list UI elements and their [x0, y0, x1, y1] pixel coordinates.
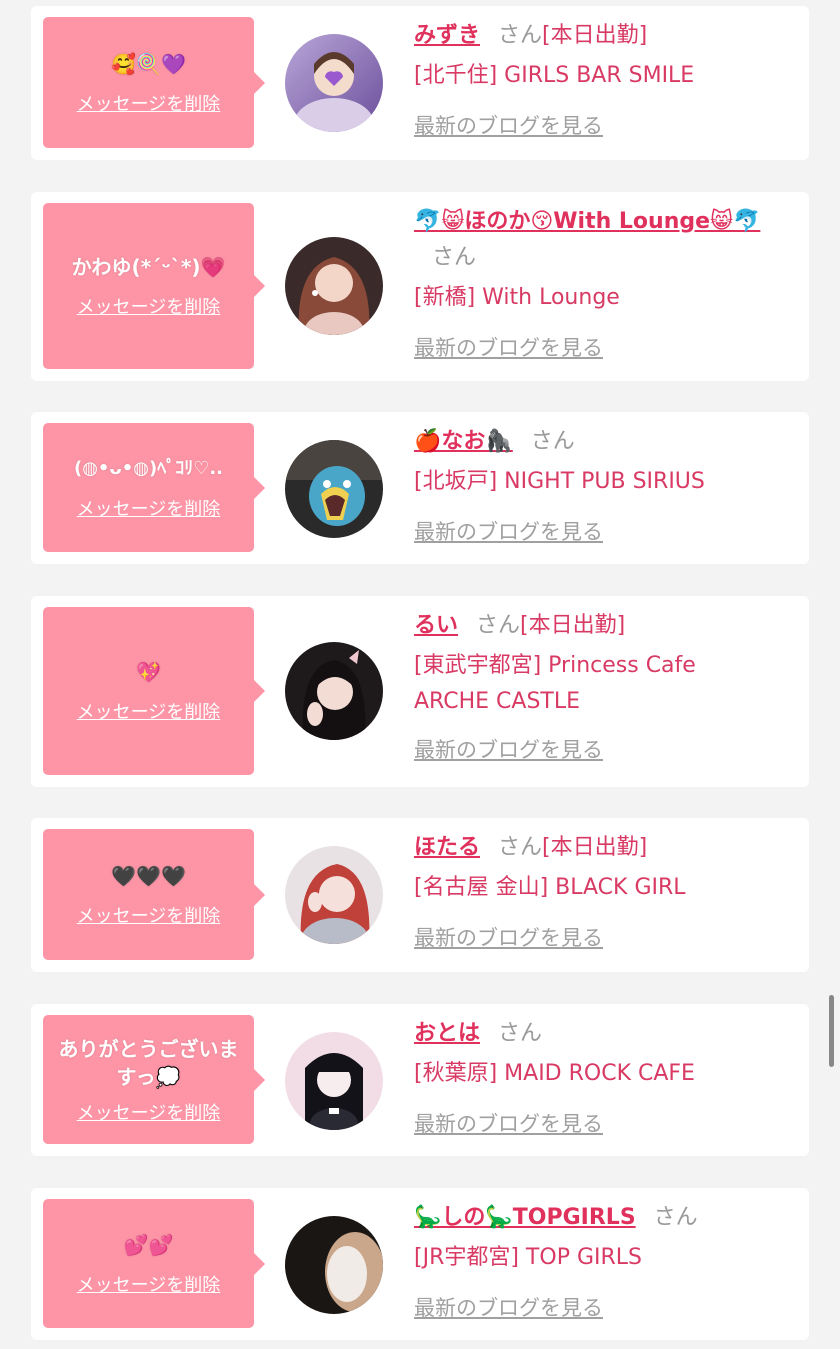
avatar[interactable]: [285, 846, 383, 944]
message-bubble: 💖 メッセージを削除: [43, 607, 265, 775]
avatar[interactable]: [285, 34, 383, 132]
san-label: さん: [476, 613, 521, 638]
name-line: るい さん[本日出勤]: [414, 608, 794, 644]
avatar[interactable]: [285, 1216, 383, 1314]
shop-name: [北千住] GIRLS BAR SMILE: [414, 63, 695, 88]
delete-message-link[interactable]: メッセージを削除: [77, 90, 221, 116]
today-badge: [本日出勤]: [542, 835, 648, 860]
name-line: ほたる さん[本日出勤]: [414, 830, 794, 866]
shop-name: [秋葉原] MAID ROCK CAFE: [414, 1061, 695, 1086]
message-bubble: ありがとうございますっ💭 メッセージを削除: [43, 1015, 265, 1144]
name-line: 🍎なお🦍 さん: [414, 424, 794, 460]
today-badge: [本日出勤]: [520, 613, 626, 638]
shop-name: [JR宇都宮] TOP GIRLS: [414, 1245, 642, 1270]
shop-name: [新橋] With Lounge: [414, 285, 620, 310]
cast-name-link[interactable]: 🍎なお🦍: [414, 429, 513, 454]
avatar[interactable]: [285, 440, 383, 538]
latest-blog-link[interactable]: 最新のブログを見る: [414, 1292, 603, 1322]
shop-name: [北坂戸] NIGHT PUB SIRIUS: [414, 469, 705, 494]
list-item: 🖤🖤🖤 メッセージを削除 ほたる さん[本日出勤] [名古屋 金山] BLACK …: [31, 818, 809, 972]
name-line: 🦕しの🦕TOPGIRLS さん: [414, 1200, 794, 1236]
san-label: さん: [653, 1205, 698, 1230]
san-label: さん: [530, 429, 575, 454]
shop-name: [東武宇都宮] Princess Cafe ARCHE CASTLE: [414, 653, 696, 714]
delete-message-link[interactable]: メッセージを削除: [77, 1271, 221, 1297]
message-text: 💖: [136, 660, 161, 684]
message-text: ありがとうございますっ💭: [58, 1036, 239, 1089]
name-line: おとは さん: [414, 1016, 794, 1052]
cast-name-link[interactable]: おとは: [414, 1021, 480, 1046]
cast-info: 🦕しの🦕TOPGIRLS さん [JR宇都宮] TOP GIRLS 最新のブログを…: [414, 1200, 794, 1322]
latest-blog-link[interactable]: 最新のブログを見る: [414, 110, 603, 140]
san-label: さん: [432, 245, 477, 270]
message-text: かわゆ(*ˊᵕˋ*)💗: [71, 255, 226, 279]
cast-info: 🐬😸ほのか😚With Lounge😸🐬 さん [新橋] With Lounge 最…: [414, 204, 794, 362]
cast-info: みずき さん[本日出勤] [北千住] GIRLS BAR SMILE 最新のブログ…: [414, 18, 794, 140]
name-line: 🐬😸ほのか😚With Lounge😸🐬 さん: [414, 204, 794, 276]
san-label: さん: [498, 835, 543, 860]
cast-name-link[interactable]: 🐬😸ほのか😚With Lounge😸🐬: [414, 209, 760, 234]
list-item: 💖 メッセージを削除 るい さん[本日出勤] [東武宇都宮] Princess C…: [31, 596, 809, 787]
cast-name-link[interactable]: るい: [414, 613, 458, 638]
scrollbar[interactable]: [829, 995, 834, 1067]
message-bubble: 🖤🖤🖤 メッセージを削除: [43, 829, 265, 960]
avatar[interactable]: [285, 1032, 383, 1130]
message-text: 🥰🍭💜: [111, 51, 186, 76]
cast-info: 🍎なお🦍 さん [北坂戸] NIGHT PUB SIRIUS 最新のブログを見る: [414, 424, 794, 546]
list-item: 💕💕 メッセージを削除 🦕しの🦕TOPGIRLS さん [JR宇都宮] TOP G…: [31, 1188, 809, 1340]
cast-info: るい さん[本日出勤] [東武宇都宮] Princess Cafe ARCHE C…: [414, 608, 794, 764]
message-bubble: 🥰🍭💜 メッセージを削除: [43, 17, 265, 148]
cast-name-link[interactable]: ほたる: [414, 835, 480, 860]
cast-name-link[interactable]: 🦕しの🦕TOPGIRLS: [414, 1205, 636, 1230]
latest-blog-link[interactable]: 最新のブログを見る: [414, 734, 603, 764]
message-bubble: 💕💕 メッセージを削除: [43, 1199, 265, 1328]
delete-message-link[interactable]: メッセージを削除: [77, 293, 221, 319]
list-item: 🥰🍭💜 メッセージを削除 みずき さん[本日出勤] [北千住] GIRLS BAR…: [31, 6, 809, 160]
list-item: ありがとうございますっ💭 メッセージを削除 おとは さん [秋葉原] MAID R…: [31, 1004, 809, 1156]
today-badge: [本日出勤]: [542, 23, 648, 48]
avatar[interactable]: [285, 642, 383, 740]
san-label: さん: [498, 23, 543, 48]
delete-message-link[interactable]: メッセージを削除: [77, 902, 221, 928]
avatar[interactable]: [285, 237, 383, 335]
delete-message-link[interactable]: メッセージを削除: [77, 1099, 221, 1125]
san-label: さん: [498, 1021, 543, 1046]
cast-info: おとは さん [秋葉原] MAID ROCK CAFE 最新のブログを見る: [414, 1016, 794, 1138]
shop-name: [名古屋 金山] BLACK GIRL: [414, 875, 686, 900]
cast-name-link[interactable]: みずき: [414, 23, 480, 48]
latest-blog-link[interactable]: 最新のブログを見る: [414, 922, 603, 952]
message-text: 💕💕: [123, 1232, 174, 1257]
message-text: (◍•ᴗ•◍)ﾍﾟｺﾘ♡..: [73, 457, 224, 479]
message-list: 🥰🍭💜 メッセージを削除 みずき さん[本日出勤] [北千住] GIRLS BAR…: [0, 0, 840, 1349]
message-bubble: かわゆ(*ˊᵕˋ*)💗 メッセージを削除: [43, 203, 265, 369]
list-item: かわゆ(*ˊᵕˋ*)💗 メッセージを削除 🐬😸ほのか😚With Lounge😸🐬…: [31, 192, 809, 381]
delete-message-link[interactable]: メッセージを削除: [77, 495, 221, 521]
latest-blog-link[interactable]: 最新のブログを見る: [414, 332, 603, 362]
list-item: (◍•ᴗ•◍)ﾍﾟｺﾘ♡.. メッセージを削除 🍎なお🦍 さん [北坂戸] NIG…: [31, 412, 809, 564]
message-bubble: (◍•ᴗ•◍)ﾍﾟｺﾘ♡.. メッセージを削除: [43, 423, 265, 552]
message-text: 🖤🖤🖤: [111, 863, 186, 888]
latest-blog-link[interactable]: 最新のブログを見る: [414, 1108, 603, 1138]
latest-blog-link[interactable]: 最新のブログを見る: [414, 516, 603, 546]
delete-message-link[interactable]: メッセージを削除: [77, 698, 221, 724]
name-line: みずき さん[本日出勤]: [414, 18, 794, 54]
cast-info: ほたる さん[本日出勤] [名古屋 金山] BLACK GIRL 最新のブログを見…: [414, 830, 794, 952]
